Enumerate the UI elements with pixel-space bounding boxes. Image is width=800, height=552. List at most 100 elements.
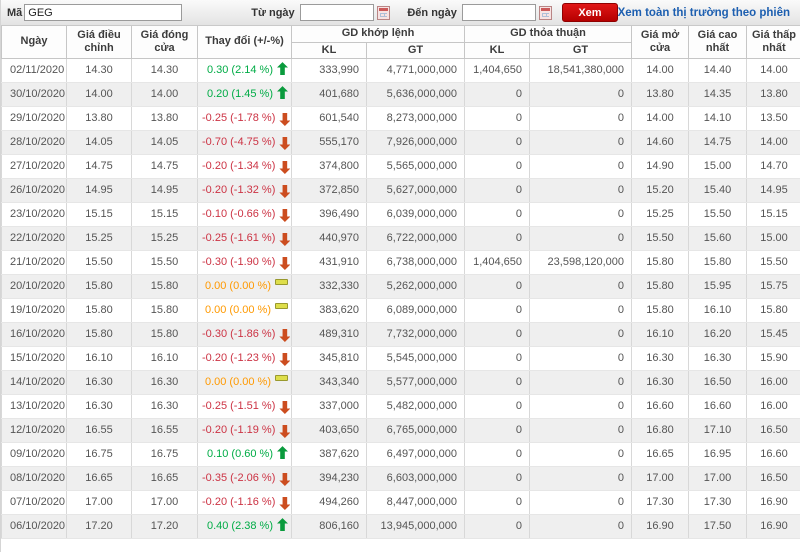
- cell-high-price: 14.35: [689, 82, 747, 106]
- cell-close-price: 17.00: [132, 490, 198, 514]
- cell-close-price: 16.30: [132, 394, 198, 418]
- cell-change: -0.70 (-4.75 %): [198, 130, 292, 154]
- cell-change: -0.20 (-1.32 %): [198, 178, 292, 202]
- cell-date: 28/10/2020: [2, 130, 67, 154]
- cell-open-price: 17.00: [632, 466, 689, 490]
- col-header-matched-volume: KL: [292, 42, 367, 58]
- cell-open-price: 15.80: [632, 298, 689, 322]
- cell-negotiated-value: 0: [530, 466, 632, 490]
- cell-negotiated-volume: 0: [465, 130, 530, 154]
- cell-matched-volume: 440,970: [292, 226, 367, 250]
- table-row: 08/10/2020 16.65 16.65 -0.35 (-2.06 %) 3…: [2, 466, 800, 490]
- cell-high-price: 15.40: [689, 178, 747, 202]
- cell-negotiated-volume: 0: [465, 514, 530, 538]
- cell-high-price: 15.50: [689, 202, 747, 226]
- col-header-open-price: Giá mở cửa: [632, 26, 689, 58]
- cell-low-price: 16.50: [747, 466, 800, 490]
- table-row: 28/10/2020 14.05 14.05 -0.70 (-4.75 %) 5…: [2, 130, 800, 154]
- cell-negotiated-value: 0: [530, 418, 632, 442]
- table-row: 15/10/2020 16.10 16.10 -0.20 (-1.23 %) 3…: [2, 346, 800, 370]
- cell-negotiated-volume: 0: [465, 274, 530, 298]
- change-value: 0.20 (1.45 %): [207, 88, 273, 100]
- from-date-input[interactable]: [300, 4, 374, 21]
- cell-open-price: 16.65: [632, 442, 689, 466]
- cell-low-price: 16.90: [747, 490, 800, 514]
- change-direction-icon: [279, 353, 290, 366]
- cell-matched-value: 5,636,000,000: [367, 82, 465, 106]
- cell-adjusted-price: 14.00: [67, 82, 132, 106]
- cell-negotiated-volume: 0: [465, 346, 530, 370]
- cell-matched-value: 6,039,000,000: [367, 202, 465, 226]
- cell-change: 0.30 (2.14 %): [198, 58, 292, 82]
- cell-low-price: 15.75: [747, 274, 800, 298]
- to-date-input[interactable]: [462, 4, 536, 21]
- cell-close-price: 15.25: [132, 226, 198, 250]
- cell-date: 30/10/2020: [2, 82, 67, 106]
- cell-negotiated-value: 0: [530, 514, 632, 538]
- view-button[interactable]: Xem: [562, 3, 617, 22]
- calendar-icon[interactable]: [539, 6, 552, 20]
- col-header-negotiated-volume: KL: [465, 42, 530, 58]
- cell-negotiated-value: 0: [530, 202, 632, 226]
- change-value: -0.70 (-4.75 %): [202, 136, 275, 148]
- cell-negotiated-value: 23,598,120,000: [530, 250, 632, 274]
- col-header-negotiated-value: GT: [530, 42, 632, 58]
- cell-low-price: 16.50: [747, 418, 800, 442]
- cell-change: 0.00 (0.00 %): [198, 370, 292, 394]
- cell-negotiated-volume: 0: [465, 226, 530, 250]
- cell-adjusted-price: 15.15: [67, 202, 132, 226]
- change-value: -0.20 (-1.34 %): [202, 160, 275, 172]
- cell-adjusted-price: 15.80: [67, 274, 132, 298]
- change-value: -0.30 (-1.90 %): [202, 256, 275, 268]
- calendar-icon[interactable]: [377, 6, 390, 20]
- cell-matched-volume: 387,620: [292, 442, 367, 466]
- cell-open-price: 14.90: [632, 154, 689, 178]
- cell-low-price: 14.70: [747, 154, 800, 178]
- cell-date: 02/11/2020: [2, 58, 67, 82]
- col-header-change: Thay đổi (+/-%): [198, 26, 292, 58]
- cell-change: 0.00 (0.00 %): [198, 298, 292, 322]
- cell-open-price: 16.80: [632, 418, 689, 442]
- cell-negotiated-volume: 0: [465, 202, 530, 226]
- symbol-input[interactable]: [24, 4, 182, 21]
- table-row: 09/10/2020 16.75 16.75 0.10 (0.60 %) 387…: [2, 442, 800, 466]
- cell-low-price: 14.95: [747, 178, 800, 202]
- cell-low-price: 16.60: [747, 442, 800, 466]
- change-value: -0.20 (-1.19 %): [202, 424, 275, 436]
- cell-adjusted-price: 15.25: [67, 226, 132, 250]
- cell-matched-value: 4,771,000,000: [367, 58, 465, 82]
- change-direction-icon: [279, 473, 290, 486]
- price-table-body: 02/11/2020 14.30 14.30 0.30 (2.14 %) 333…: [2, 58, 800, 538]
- cell-negotiated-volume: 0: [465, 178, 530, 202]
- cell-close-price: 16.75: [132, 442, 198, 466]
- cell-close-price: 15.80: [132, 298, 198, 322]
- cell-high-price: 16.60: [689, 394, 747, 418]
- cell-open-price: 14.00: [632, 106, 689, 130]
- change-value: -0.30 (-1.86 %): [202, 328, 275, 340]
- cell-matched-volume: 374,800: [292, 154, 367, 178]
- cell-matched-volume: 383,620: [292, 298, 367, 322]
- table-row: 14/10/2020 16.30 16.30 0.00 (0.00 %) 343…: [2, 370, 800, 394]
- cell-date: 23/10/2020: [2, 202, 67, 226]
- cell-change: -0.35 (-2.06 %): [198, 466, 292, 490]
- cell-matched-volume: 337,000: [292, 394, 367, 418]
- cell-adjusted-price: 14.75: [67, 154, 132, 178]
- change-value: -0.20 (-1.16 %): [202, 496, 275, 508]
- cell-low-price: 15.45: [747, 322, 800, 346]
- cell-matched-volume: 401,680: [292, 82, 367, 106]
- cell-negotiated-value: 0: [530, 346, 632, 370]
- cell-date: 19/10/2020: [2, 298, 67, 322]
- cell-change: -0.10 (-0.66 %): [198, 202, 292, 226]
- cell-matched-value: 5,482,000,000: [367, 394, 465, 418]
- cell-matched-value: 13,945,000,000: [367, 514, 465, 538]
- change-direction-icon: [275, 375, 288, 381]
- market-overview-link[interactable]: Xem toàn thị trường theo phiên: [618, 7, 790, 19]
- cell-negotiated-volume: 0: [465, 154, 530, 178]
- cell-open-price: 17.30: [632, 490, 689, 514]
- cell-date: 26/10/2020: [2, 178, 67, 202]
- cell-matched-value: 6,738,000,000: [367, 250, 465, 274]
- cell-negotiated-volume: 0: [465, 490, 530, 514]
- cell-negotiated-value: 0: [530, 130, 632, 154]
- cell-negotiated-value: 0: [530, 154, 632, 178]
- cell-negotiated-value: 0: [530, 106, 632, 130]
